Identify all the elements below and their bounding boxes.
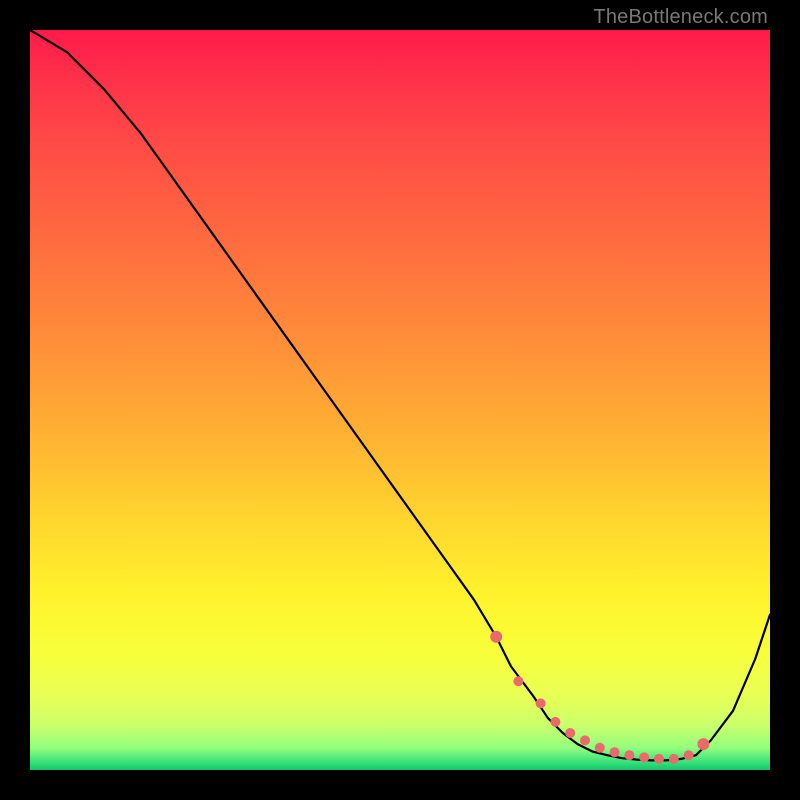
marker-point <box>580 735 590 745</box>
marker-point <box>610 747 620 757</box>
attribution-label: TheBottleneck.com <box>593 6 768 29</box>
marker-point <box>536 698 546 708</box>
marker-point <box>490 631 502 643</box>
marker-point <box>595 743 605 753</box>
bottleneck-curve <box>30 30 770 760</box>
marker-point <box>697 738 709 750</box>
marker-point <box>684 750 694 760</box>
marker-point <box>669 754 679 764</box>
highlight-markers <box>490 631 709 764</box>
marker-point <box>565 728 575 738</box>
marker-point <box>550 717 560 727</box>
marker-point <box>624 750 634 760</box>
marker-point <box>639 752 649 762</box>
marker-point <box>513 676 523 686</box>
plot-area <box>30 30 770 770</box>
marker-point <box>654 754 664 764</box>
chart-frame: TheBottleneck.com <box>0 0 800 800</box>
curve-svg <box>30 30 770 770</box>
